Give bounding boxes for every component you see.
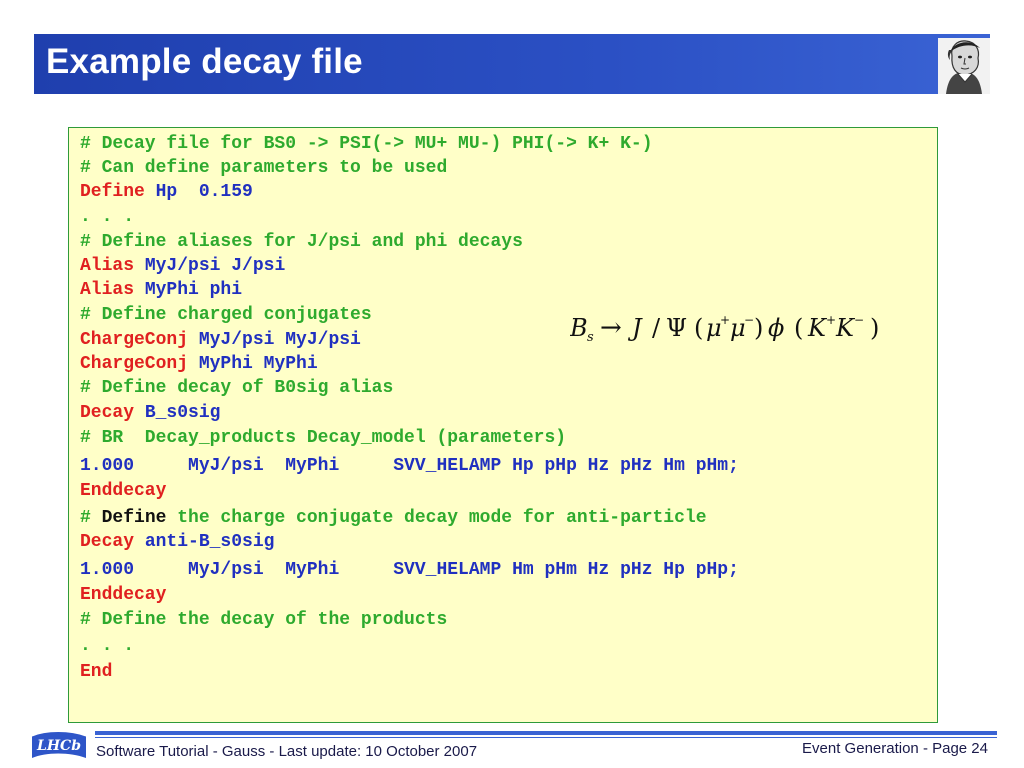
code-box	[68, 127, 938, 723]
code-line: Enddecay	[80, 583, 166, 607]
code-line: . . .	[80, 205, 134, 229]
formula-rparen-2: )	[870, 314, 879, 342]
formula-lparen-2: (	[794, 314, 803, 342]
code-token: #	[80, 508, 102, 528]
code-line: ChargeConj MyJ/psi MyJ/psi	[80, 328, 361, 352]
code-token: # Define the decay of the products	[80, 610, 448, 630]
formula-rparen-1: )	[754, 314, 763, 342]
code-line: # Define decay of B0sig alias	[80, 376, 393, 400]
code-token: MyJ/psi MyJ/psi	[188, 330, 361, 350]
code-token: . . .	[80, 207, 135, 227]
code-line: 1.000 MyJ/psi MyPhi SVV_HELAMP Hp pHp Hz…	[80, 454, 739, 478]
code-line: # BR Decay_products Decay_model (paramet…	[80, 426, 566, 450]
formula-J: J	[627, 314, 643, 342]
code-token: Alias	[80, 256, 135, 276]
code-token: ChargeConj	[80, 330, 189, 350]
code-token: # Can define parameters to be used	[80, 158, 448, 178]
code-line: # Define the charge conjugate decay mode…	[80, 506, 707, 530]
code-token: Hp 0.159	[144, 182, 253, 202]
code-token: Alias	[80, 280, 135, 300]
code-token: Enddecay	[80, 481, 167, 501]
formula-minus-1: −	[744, 313, 754, 327]
code-token: # Decay file for BS0 -> PSI(-> MU+ MU-) …	[80, 134, 653, 154]
code-token: . . .	[80, 636, 135, 656]
code-token: 1.000 MyJ/psi MyPhi SVV_HELAMP Hp pHp Hz…	[80, 456, 739, 476]
footer-page-label: Event Generation - Page 24	[802, 740, 988, 757]
decay-formula: B s → J / Ψ ( μ + μ − ) ϕ ( K + K − )	[569, 308, 910, 348]
formula-phi: ϕ	[768, 314, 784, 342]
code-line: # Can define parameters to be used	[80, 156, 447, 180]
code-token: B_s0sig	[134, 403, 221, 423]
lhcb-logo-icon: LHCb	[30, 728, 88, 762]
formula-arrow: →	[600, 313, 622, 343]
formula-K-2: K	[835, 314, 856, 342]
code-line: . . .	[80, 634, 134, 658]
code-line: Decay anti-B_s0sig	[80, 530, 274, 554]
code-line: Enddecay	[80, 479, 166, 503]
formula-lparen-1: (	[694, 314, 703, 342]
code-line: ChargeConj MyPhi MyPhi	[80, 352, 318, 376]
formula-B: B	[570, 314, 588, 342]
code-token: # BR Decay_products Decay_model (paramet…	[80, 428, 567, 448]
footer-left-text: Software Tutorial - Gauss - Last update:…	[96, 743, 478, 760]
formula-minus-2: −	[854, 313, 864, 327]
code-line: Alias MyPhi phi	[80, 278, 242, 302]
code-token: Define	[101, 508, 167, 528]
code-line: # Define charged conjugates	[80, 303, 372, 327]
code-token: # Define aliases for J/psi and phi decay…	[80, 232, 523, 252]
formula-slash: /	[652, 314, 661, 342]
code-line: Define Hp 0.159	[80, 180, 253, 204]
code-token: MyJ/psi J/psi	[134, 256, 286, 276]
formula-sub-s: s	[587, 330, 594, 345]
footer-rule	[95, 731, 997, 738]
code-token: Enddecay	[80, 585, 167, 605]
code-token: Define	[80, 182, 145, 202]
code-line: Decay B_s0sig	[80, 401, 220, 425]
code-line: # Decay file for BS0 -> PSI(-> MU+ MU-) …	[80, 132, 653, 156]
code-token: End	[80, 662, 113, 682]
code-line: 1.000 MyJ/psi MyPhi SVV_HELAMP Hm pHm Hz…	[80, 558, 739, 582]
code-line: # Define the decay of the products	[80, 608, 447, 632]
code-token: Decay	[80, 403, 135, 423]
code-token: MyPhi phi	[134, 280, 243, 300]
formula-plus-2: +	[826, 313, 836, 327]
code-line: # Define aliases for J/psi and phi decay…	[80, 230, 523, 254]
logo-text: LHCb	[36, 738, 81, 754]
code-token: ChargeConj	[80, 354, 189, 374]
code-token: 1.000 MyJ/psi MyPhi SVV_HELAMP Hm pHm Hz…	[80, 560, 739, 580]
code-token: MyPhi MyPhi	[188, 354, 318, 374]
code-token: Decay	[80, 532, 135, 552]
gauss-portrait-icon	[938, 38, 990, 94]
code-token: anti-B_s0sig	[134, 532, 275, 552]
code-line: End	[80, 660, 112, 684]
slide-title: Example decay file	[46, 42, 363, 81]
code-token: the charge conjugate decay mode for anti…	[166, 508, 707, 528]
formula-plus-1: +	[720, 313, 730, 327]
formula-K-1: K	[807, 314, 828, 342]
formula-psi: Ψ	[666, 314, 687, 342]
code-token: # Define charged conjugates	[80, 305, 372, 325]
code-token: # Define decay of B0sig alias	[80, 378, 394, 398]
code-line: Alias MyJ/psi J/psi	[80, 254, 285, 278]
